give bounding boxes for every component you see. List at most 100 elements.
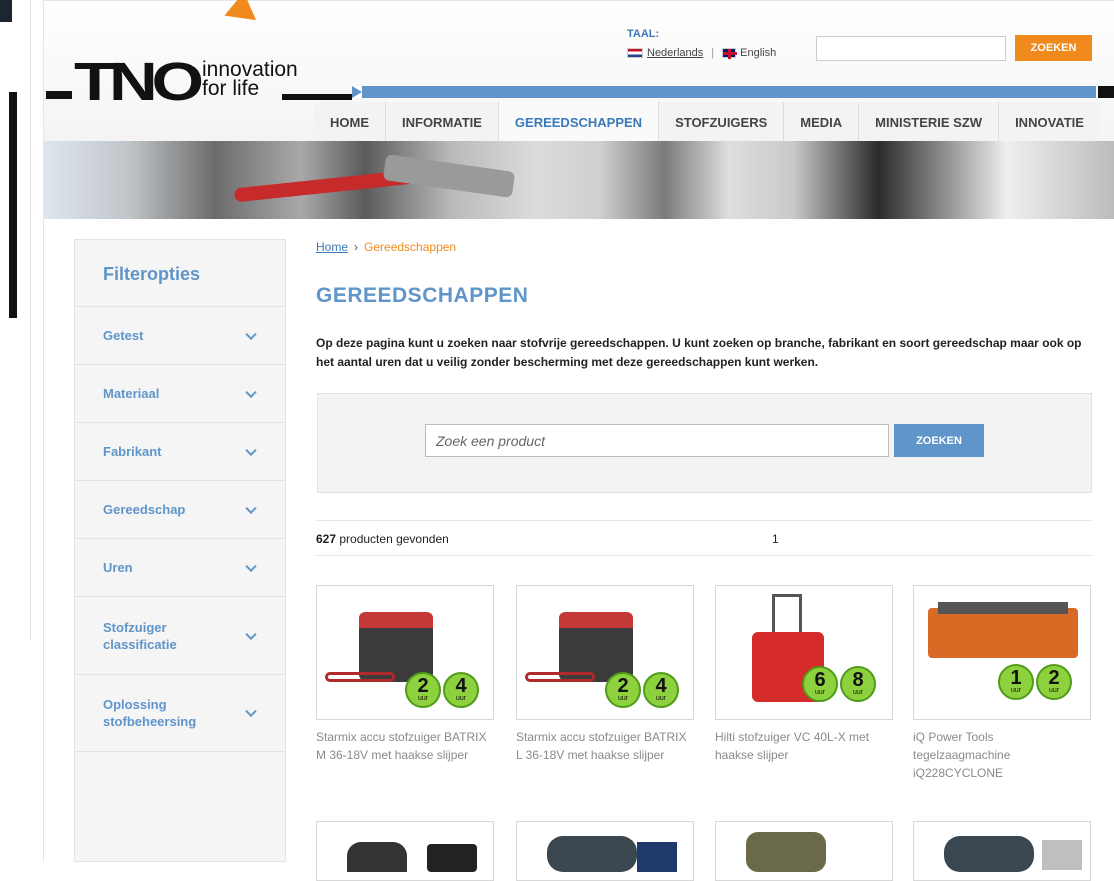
product-title[interactable]: iQ Power Tools tegelzaagmachine iQ228CYC…	[913, 728, 1093, 782]
chevron-down-icon	[245, 502, 257, 514]
page-intro: Op deze pagina kunt u zoeken naar stofvr…	[316, 336, 1082, 369]
lang-separator: |	[711, 47, 715, 59]
product-image[interactable]: 6 uur 8 uur	[715, 585, 893, 720]
product-image[interactable]	[715, 821, 893, 881]
window-edge-divider	[30, 0, 31, 640]
hours-badge: 2 uur	[605, 672, 641, 708]
filter-label: Getest	[103, 328, 144, 343]
results-count: 627 producten gevonden	[316, 532, 449, 546]
language-label: TAAL:	[627, 28, 660, 40]
product-title[interactable]: Starmix accu stofzuiger BATRIX L 36-18V …	[516, 728, 696, 764]
window-edge-handle	[9, 92, 17, 318]
filter-fabrikant[interactable]: Fabrikant	[75, 422, 285, 480]
product-title[interactable]: Starmix accu stofzuiger BATRIX M 36-18V …	[316, 728, 496, 764]
lang-nederlands-link[interactable]: Nederlands	[647, 47, 703, 59]
logo-brand[interactable]: TNO	[74, 55, 204, 109]
chevron-down-icon	[245, 560, 257, 572]
product-image[interactable]: 2 uur 4 uur	[516, 585, 694, 720]
header-rule-tail	[1098, 86, 1114, 98]
filter-oplossing-stofbeheersing[interactable]: Oplossing stofbeheersing	[75, 674, 285, 752]
filter-title: Filteropties	[103, 264, 201, 284]
breadcrumb-separator: ›	[354, 240, 359, 254]
nav-home[interactable]: HOME	[314, 102, 385, 142]
hours-badge: 2 uur	[405, 672, 441, 708]
hours-badge: 6 uur	[802, 666, 838, 702]
hours-badge: 8 uur	[840, 666, 876, 702]
filter-materiaal[interactable]: Materiaal	[75, 364, 285, 422]
nav-informatie[interactable]: INFORMATIE	[385, 102, 498, 142]
breadcrumb-current: Gereedschappen	[364, 240, 457, 254]
page-title: GEREEDSCHAPPEN	[316, 284, 529, 307]
saw-shape	[928, 608, 1078, 658]
tool-shape	[427, 844, 477, 872]
results-bar: 627 producten gevonden 1	[316, 520, 1092, 556]
hours-badge: 2 uur	[1036, 664, 1072, 700]
product-search-input[interactable]	[425, 424, 889, 457]
window-edge-bar	[0, 0, 12, 22]
chevron-down-icon	[245, 444, 257, 456]
lang-english-link[interactable]: English	[740, 47, 776, 59]
product-search-button[interactable]: ZOEKEN	[894, 424, 984, 457]
nav-ministerie-szw[interactable]: MINISTERIE SZW	[858, 102, 999, 142]
results-label: producten gevonden	[336, 532, 449, 546]
vacuum-top-shape	[359, 612, 433, 628]
filter-uren[interactable]: Uren	[75, 538, 285, 596]
header-search-button[interactable]: ZOEKEN	[1015, 35, 1092, 61]
saw-table-shape	[938, 602, 1068, 614]
tool-shape	[547, 836, 637, 872]
english-flag-icon	[722, 48, 738, 59]
main-nav: HOME INFORMATIE GEREEDSCHAPPEN STOFZUIGE…	[314, 102, 1100, 142]
tool-shape	[944, 836, 1034, 872]
tool-shape	[1042, 840, 1082, 870]
product-title[interactable]: Hilti stofzuiger VC 40L-X met haakse sli…	[715, 728, 895, 764]
tool-shape	[347, 842, 407, 872]
chevron-down-icon	[245, 386, 257, 398]
chevron-down-icon	[245, 628, 257, 640]
chevron-down-icon	[245, 328, 257, 340]
filter-label: Uren	[103, 560, 133, 575]
breadcrumb-home-link[interactable]: Home	[316, 240, 348, 254]
tool-shape	[746, 832, 826, 872]
logo-left-bar	[46, 91, 72, 99]
tool-shape	[637, 842, 677, 872]
filter-label: Materiaal	[103, 386, 160, 401]
hero-banner-image	[44, 141, 1114, 219]
vacuum-top-shape	[559, 612, 633, 628]
left-window-edge	[0, 0, 44, 862]
language-switcher: Nederlands | English	[627, 47, 776, 59]
breadcrumb: Home › Gereedschappen	[316, 240, 456, 254]
handle-shape	[772, 594, 802, 634]
header-search-input[interactable]	[816, 36, 1006, 61]
pagination-page[interactable]: 1	[772, 532, 779, 546]
product-image[interactable]: 2 uur 4 uur	[316, 585, 494, 720]
banner-tool-shape	[382, 154, 516, 198]
dutch-flag-icon	[627, 48, 643, 58]
filter-list: Getest Materiaal Fabrikant Gereedschap U…	[75, 306, 285, 752]
hours-badge: 1 uur	[998, 664, 1034, 700]
filter-stofzuiger-classificatie[interactable]: Stofzuiger classificatie	[75, 596, 285, 674]
hours-badge: 4 uur	[643, 672, 679, 708]
results-number: 627	[316, 532, 337, 546]
hose-shape	[525, 672, 595, 682]
chevron-down-icon	[245, 705, 257, 718]
filter-gereedschap[interactable]: Gereedschap	[75, 480, 285, 538]
hours-badge: 4 uur	[443, 672, 479, 708]
nav-gereedschappen[interactable]: GEREEDSCHAPPEN	[497, 102, 659, 142]
nav-innovatie[interactable]: INNOVATIE	[998, 102, 1100, 142]
filter-label: Fabrikant	[103, 444, 162, 459]
filter-getest[interactable]: Getest	[75, 306, 285, 364]
product-image[interactable]	[516, 821, 694, 881]
product-image[interactable]	[316, 821, 494, 881]
header-blue-rule	[356, 86, 1096, 98]
nav-media[interactable]: MEDIA	[783, 102, 859, 142]
logo-tagline: innovation for life	[202, 59, 298, 99]
nav-stofzuigers[interactable]: STOFZUIGERS	[658, 102, 784, 142]
hose-shape	[325, 672, 395, 682]
header-rule-chevron	[352, 86, 362, 98]
filter-label: Oplossing stofbeheersing	[103, 697, 197, 729]
logo-right-bar	[282, 94, 352, 100]
product-image[interactable]: 1 uur 2 uur	[913, 585, 1091, 720]
product-image[interactable]	[913, 821, 1091, 881]
filter-label: Stofzuiger classificatie	[103, 619, 177, 652]
filter-label: Gereedschap	[103, 502, 186, 517]
